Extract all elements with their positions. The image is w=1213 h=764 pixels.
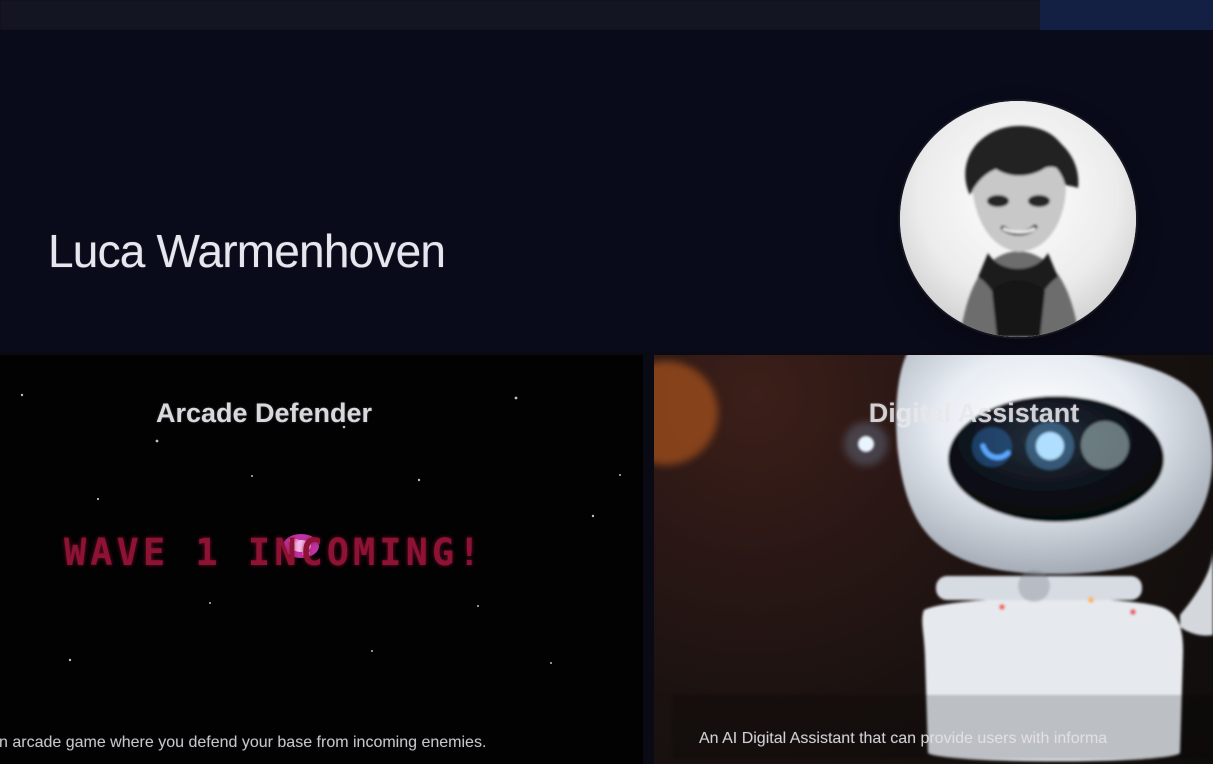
project-description: n arcade game where you defend your base… (0, 734, 487, 751)
profile-name: Luca Warmenhoven (48, 224, 446, 277)
project-card-arcade-defender[interactable]: Arcade Defender WAVE 1 INCOMING! n arcad… (0, 355, 643, 764)
project-description: An AI Digital Assistant that can provide… (699, 730, 1108, 747)
top-navigation-bar (0, 0, 1213, 30)
top-navigation-accent (1040, 0, 1213, 30)
project-card-digital-assistant[interactable]: Digital Assistant An AI Digital Assistan… (654, 355, 1213, 764)
profile-header: Luca Warmenhoven (0, 30, 1213, 352)
game-status-text: WAVE 1 INCOMING! (64, 531, 485, 574)
project-title: Digital Assistant (868, 398, 1080, 429)
project-title: Arcade Defender (155, 398, 373, 429)
portrait-avatar-icon (900, 101, 1136, 337)
project-cards: Arcade Defender WAVE 1 INCOMING! n arcad… (0, 355, 1213, 764)
